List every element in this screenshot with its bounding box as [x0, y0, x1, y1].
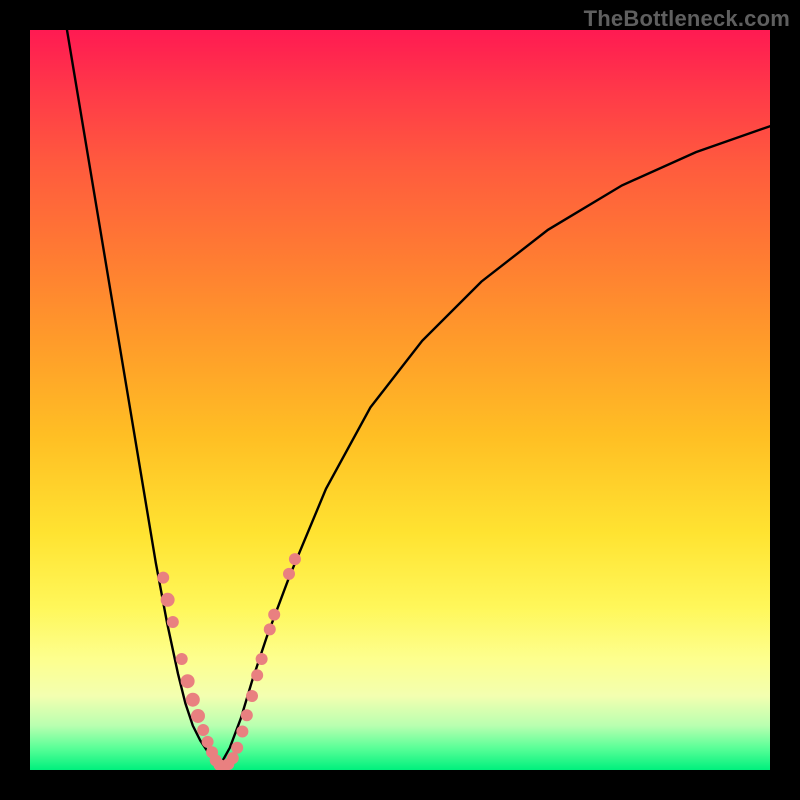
marker-layer [157, 553, 301, 770]
chart-frame: TheBottleneck.com [0, 0, 800, 800]
data-marker [227, 752, 239, 764]
data-marker [157, 572, 169, 584]
data-marker [202, 736, 214, 748]
data-marker [167, 616, 179, 628]
data-marker [186, 693, 200, 707]
watermark-text: TheBottleneck.com [584, 6, 790, 32]
data-marker [181, 674, 195, 688]
data-marker [176, 653, 188, 665]
data-marker [289, 553, 301, 565]
bottleneck-curve [67, 30, 770, 766]
data-marker [246, 690, 258, 702]
data-marker [231, 742, 243, 754]
data-marker [251, 669, 263, 681]
data-marker [236, 726, 248, 738]
data-marker [161, 593, 175, 607]
data-marker [256, 653, 268, 665]
curve-layer [67, 30, 770, 766]
data-marker [283, 568, 295, 580]
plot-area [30, 30, 770, 770]
data-marker [268, 609, 280, 621]
chart-svg [30, 30, 770, 770]
data-marker [197, 724, 209, 736]
data-marker [241, 709, 253, 721]
data-marker [191, 709, 205, 723]
data-marker [264, 623, 276, 635]
